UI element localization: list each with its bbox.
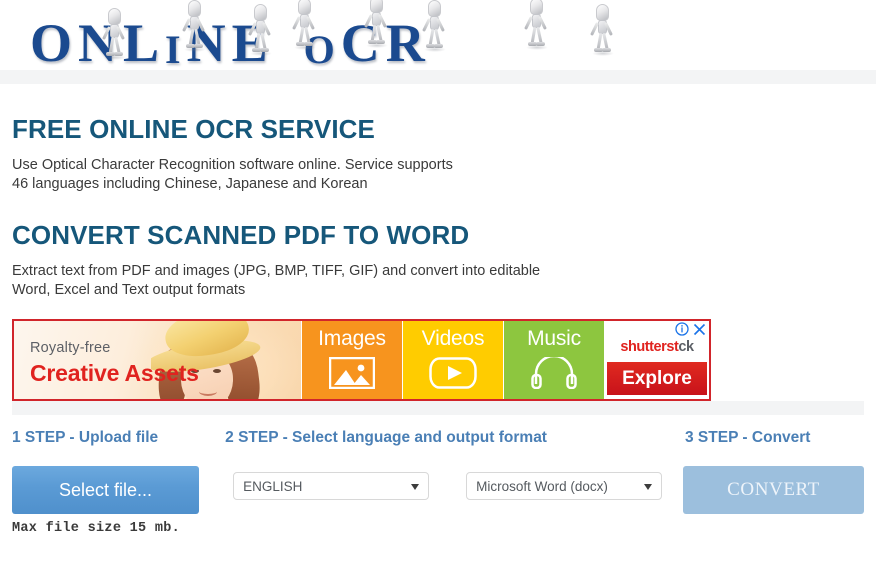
logo-letter: N xyxy=(186,13,226,70)
site-logo-banner[interactable]: O N L I N E O C R xyxy=(0,0,876,70)
ad-royalty-free-label: Royalty-free xyxy=(30,340,111,356)
convert-description-line1: Extract text from PDF and images (JPG, B… xyxy=(12,263,541,279)
picture-icon xyxy=(328,356,376,394)
logo-letter: N xyxy=(78,13,118,70)
service-description: Use Optical Character Recognition softwa… xyxy=(12,156,864,194)
main-content: FREE ONLINE OCR SERVICE Use Optical Char… xyxy=(0,84,876,401)
logo-letter: L xyxy=(123,13,160,70)
ad-creative-panel[interactable]: Royalty-free Creative Assets xyxy=(14,321,301,399)
play-icon xyxy=(429,357,477,394)
max-file-size-note: Max file size 15 mb. xyxy=(12,521,181,536)
logo-letters: O N L I N E O C R xyxy=(30,0,614,70)
logo-letter: C xyxy=(340,13,380,70)
step-1-title: 1 STEP - Upload file xyxy=(12,429,159,446)
page-title-ocr-service: FREE ONLINE OCR SERVICE xyxy=(12,114,375,144)
steps-divider-band xyxy=(12,401,864,415)
chevron-down-icon xyxy=(411,484,420,490)
headphones-icon xyxy=(531,354,577,394)
ad-tile-videos[interactable]: Videos xyxy=(402,321,503,399)
service-description-line1: Use Optical Character Recognition softwa… xyxy=(12,157,453,173)
convert-button[interactable]: CONVERT xyxy=(683,466,864,514)
logo-letter: E xyxy=(231,13,268,70)
ad-tile-music-label: Music xyxy=(527,327,581,350)
language-select[interactable]: ENGLISH xyxy=(233,472,430,500)
select-file-button[interactable]: Select file... xyxy=(12,466,199,514)
logo-letter: O xyxy=(30,13,73,70)
header-divider-band xyxy=(0,70,876,84)
steps-section: 1 STEP - Upload file Select file... Max … xyxy=(0,429,876,536)
language-select-wrap: ENGLISH xyxy=(225,472,430,500)
step-3-title: 3 STEP - Convert xyxy=(685,429,811,446)
ad-explore-button[interactable]: Explore xyxy=(607,362,707,395)
page-title-convert-pdf: CONVERT SCANNED PDF TO WORD xyxy=(12,220,470,250)
convert-description: Extract text from PDF and images (JPG, B… xyxy=(12,262,864,300)
output-format-select[interactable]: Microsoft Word (docx) xyxy=(466,472,663,500)
step-2-language-and-format: 2 STEP - Select language and output form… xyxy=(225,429,673,536)
ad-tile-images[interactable]: Images xyxy=(301,321,402,399)
step-1-upload: 1 STEP - Upload file Select file... Max … xyxy=(12,429,225,536)
step-3-convert: 3 STEP - Convert CONVERT xyxy=(673,429,864,536)
advertisement-banner[interactable]: Royalty-free Creative Assets Images Vide… xyxy=(12,319,711,401)
ad-headline-group: Royalty-free Creative Assets xyxy=(30,340,199,387)
chevron-down-icon xyxy=(644,484,653,490)
ad-tile-images-label: Images xyxy=(318,327,386,350)
logo-letter: O xyxy=(303,27,335,70)
format-select-wrap: Microsoft Word (docx) xyxy=(429,472,663,500)
shutterstock-logo-part2: ck xyxy=(678,339,694,355)
step-2-title: 2 STEP - Select language and output form… xyxy=(225,429,547,446)
info-icon[interactable] xyxy=(675,322,689,341)
shutterstock-logo-part1: shutterst xyxy=(620,339,679,355)
logo-letter: R xyxy=(385,13,425,70)
ad-controls[interactable] xyxy=(675,322,706,341)
ad-tile-videos-label: Videos xyxy=(421,327,485,350)
ad-creative-assets-label: Creative Assets xyxy=(30,360,199,386)
language-select-value: ENGLISH xyxy=(243,478,303,494)
output-format-select-value: Microsoft Word (docx) xyxy=(476,478,608,494)
convert-description-line2: Word, Excel and Text output formats xyxy=(12,282,246,298)
service-description-line2: 46 languages including Chinese, Japanese… xyxy=(12,176,368,192)
shutterstock-logo: shutterstck xyxy=(620,339,694,355)
close-icon[interactable] xyxy=(693,323,706,341)
ad-tile-music[interactable]: Music xyxy=(503,321,604,399)
ad-brand-panel[interactable]: shutterstck Explore xyxy=(604,321,709,399)
logo-letter: I xyxy=(165,27,181,70)
